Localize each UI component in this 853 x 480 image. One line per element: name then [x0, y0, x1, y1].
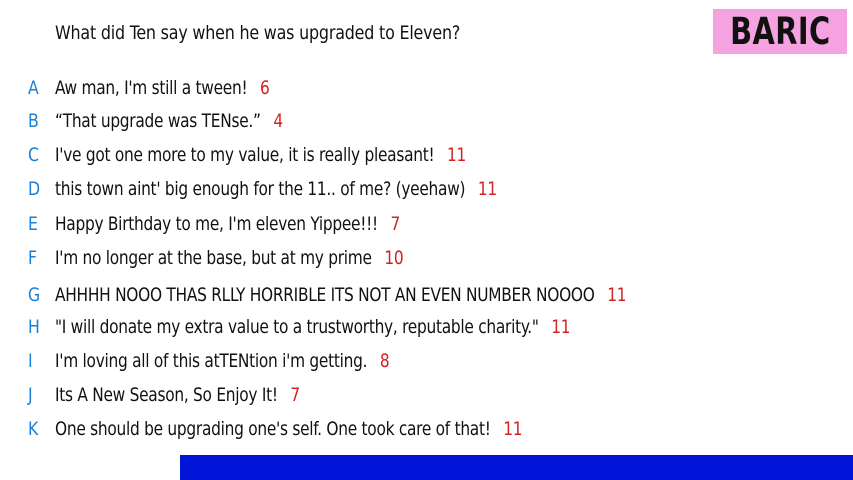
- answer-text: "I will donate my extra value to a trust…: [55, 316, 539, 338]
- answer-row: K One should be upgrading one's self. One…: [0, 414, 853, 444]
- answer-score: 11: [477, 178, 497, 200]
- answer-letter: C: [28, 144, 39, 166]
- answer-score: 10: [384, 247, 404, 269]
- answer-score: 7: [390, 213, 401, 235]
- answer-score: 11: [607, 284, 627, 306]
- answer-row: C I've got one more to my value, it is re…: [0, 140, 853, 170]
- answer-letter: B: [28, 110, 39, 132]
- answer-score: 6: [259, 77, 270, 99]
- answer-body: I'm no longer at the base, but at my pri…: [55, 247, 404, 269]
- answer-score: 11: [551, 316, 571, 338]
- badge-label: BARIC: [729, 10, 831, 53]
- answer-body: AHHHH NOOO THAS RLLY HORRIBLE ITS NOT AN…: [55, 284, 627, 306]
- answer-row: H "I will donate my extra value to a trus…: [0, 312, 853, 342]
- answer-text: I'm loving all of this atTENtion i'm get…: [55, 350, 368, 372]
- answer-letter: H: [28, 316, 40, 338]
- answer-row: I I'm loving all of this atTENtion i'm ge…: [0, 346, 853, 376]
- answer-text: AHHHH NOOO THAS RLLY HORRIBLE ITS NOT AN…: [55, 284, 595, 306]
- answer-letter: J: [28, 384, 33, 406]
- answer-letter: G: [28, 284, 41, 306]
- answer-text: I've got one more to my value, it is rea…: [55, 144, 435, 166]
- answer-text: Its A New Season, So Enjoy It!: [55, 384, 278, 406]
- answer-body: Aw man, I'm still a tween! 6: [55, 77, 270, 99]
- baric-badge: BARIC: [713, 9, 847, 54]
- answer-text: “That upgrade was TENse.”: [55, 110, 261, 132]
- answer-letter: D: [28, 178, 41, 200]
- answer-row: F I'm no longer at the base, but at my pr…: [0, 243, 853, 273]
- answer-row: G AHHHH NOOO THAS RLLY HORRIBLE ITS NOT A…: [0, 280, 853, 310]
- answer-body: "I will donate my extra value to a trust…: [55, 316, 571, 338]
- answer-letter: F: [28, 247, 38, 269]
- bottom-bar: [180, 455, 853, 480]
- answer-text: I'm no longer at the base, but at my pri…: [55, 247, 372, 269]
- answer-text: this town aint' big enough for the 11.. …: [55, 178, 466, 200]
- answer-body: I've got one more to my value, it is rea…: [55, 144, 466, 166]
- answer-letter: E: [28, 213, 38, 235]
- answer-letter: A: [28, 77, 39, 99]
- answer-body: One should be upgrading one's self. One …: [55, 418, 523, 440]
- answer-text: One should be upgrading one's self. One …: [55, 418, 491, 440]
- answer-body: I'm loving all of this atTENtion i'm get…: [55, 350, 390, 372]
- answer-score: 7: [290, 384, 300, 406]
- answer-score: 4: [273, 110, 283, 132]
- answer-letter: I: [28, 350, 33, 372]
- answer-score: 11: [446, 144, 467, 166]
- answer-row: B “That upgrade was TENse.” 4: [0, 106, 853, 136]
- answer-score: 8: [379, 350, 390, 372]
- answer-score: 11: [503, 418, 523, 440]
- answer-text: Happy Birthday to me, I'm eleven Yippee!…: [55, 213, 378, 235]
- answer-body: Its A New Season, So Enjoy It! 7: [55, 384, 300, 406]
- answer-row: J Its A New Season, So Enjoy It! 7: [0, 380, 853, 410]
- answer-row: Dthis town aint' big enough for the 11..…: [0, 174, 853, 204]
- answer-row: E Happy Birthday to me, I'm eleven Yippee…: [0, 209, 853, 239]
- answer-body: “That upgrade was TENse.” 4: [55, 110, 283, 132]
- answer-letter: K: [28, 418, 39, 440]
- answer-row: A Aw man, I'm still a tween! 6: [0, 73, 853, 103]
- answer-text: Aw man, I'm still a tween!: [55, 77, 248, 99]
- question-text: What did Ten say when he was upgraded to…: [55, 22, 461, 44]
- answer-body: this town aint' big enough for the 11.. …: [55, 178, 497, 200]
- answer-body: Happy Birthday to me, I'm eleven Yippee!…: [55, 213, 400, 235]
